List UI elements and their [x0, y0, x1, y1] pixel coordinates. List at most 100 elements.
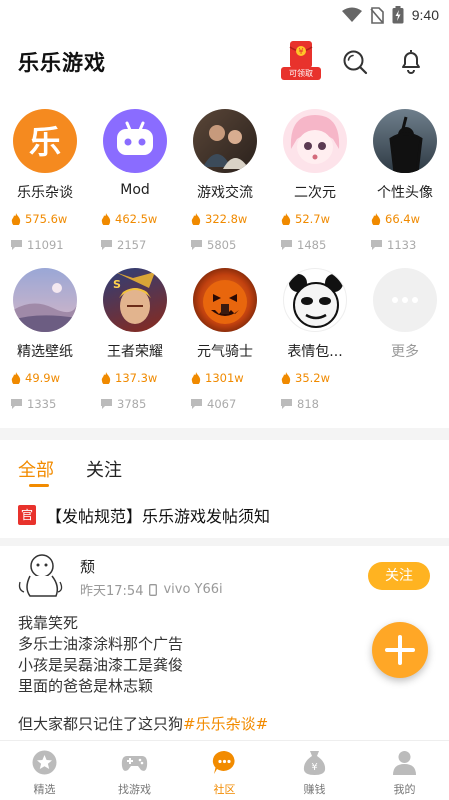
category-name: Mod: [120, 182, 150, 198]
nav-label: 赚钱: [303, 783, 326, 796]
category-hot: 575.6w: [11, 212, 67, 226]
gamepad-icon: [121, 756, 148, 771]
svg-text:S: S: [113, 278, 121, 291]
nav-item-featured[interactable]: 精选: [0, 741, 89, 800]
comment-icon: [371, 240, 382, 250]
category-posts: 1485: [281, 238, 326, 252]
page-title: 乐乐游戏: [18, 51, 106, 75]
category-icon-soul-knight: [193, 268, 257, 332]
category-name: 表情包...: [287, 344, 343, 360]
fire-icon: [371, 213, 381, 225]
post-text-line: 小孩是吴磊油漆工是龚俊: [18, 656, 184, 674]
section-divider: [0, 428, 449, 440]
money-bag-icon: ¥: [303, 751, 326, 775]
phone-icon: [149, 583, 158, 596]
notice-text: 【发帖规范】乐乐游戏发帖须知: [46, 507, 271, 526]
comment-icon: [11, 399, 22, 409]
fire-icon: [11, 213, 21, 225]
battery-icon: [392, 6, 404, 24]
post-meta: 昨天17:54 vivo Y66i: [80, 580, 223, 599]
category-name: 乐乐杂谈: [17, 185, 73, 201]
category-name: 个性头像: [377, 185, 433, 201]
category-icon-avatar: [373, 109, 437, 173]
category-posts: 5805: [191, 238, 236, 252]
lele-logo-text: 乐: [29, 123, 61, 161]
category-posts: 11091: [11, 238, 64, 252]
category-posts: 1133: [371, 238, 416, 252]
red-envelope-icon: ¥: [289, 41, 313, 68]
comment-icon: [101, 240, 112, 250]
nav-item-earn[interactable]: ¥ 赚钱: [270, 741, 359, 800]
category-icon-emoji: [283, 268, 347, 332]
bell-icon: [402, 50, 420, 74]
post-text-line: 里面的爸爸是林志颖: [18, 677, 154, 695]
fire-icon: [191, 213, 201, 225]
comment-icon: [281, 399, 292, 409]
no-sim-icon: [370, 6, 384, 24]
category-posts: 3785: [101, 397, 146, 411]
svg-text:¥: ¥: [311, 762, 317, 773]
post-topic-tag[interactable]: #乐乐杂谈#: [183, 715, 268, 733]
fire-icon: [281, 213, 291, 225]
category-name: 二次元: [294, 185, 336, 201]
category-name: 游戏交流: [197, 185, 253, 201]
comment-icon: [281, 240, 292, 250]
avatar[interactable]: [16, 552, 66, 600]
tab-active-indicator: [29, 484, 49, 487]
search-button[interactable]: [342, 49, 368, 75]
category-hot: 322.8w: [191, 212, 247, 226]
category-icon-wallpaper: [13, 268, 77, 332]
status-time: 9:40: [411, 7, 439, 23]
tab-follow[interactable]: 关注: [86, 456, 122, 482]
fire-icon: [101, 372, 111, 384]
comment-icon: [101, 399, 112, 409]
category-name: 精选壁纸: [17, 344, 73, 360]
category-icon-mod: [103, 109, 167, 173]
category-hot: 137.3w: [101, 371, 157, 385]
gift-button[interactable]: ¥ 可领取: [281, 40, 321, 82]
fire-icon: [191, 372, 201, 384]
category-posts: 4067: [191, 397, 236, 411]
post-device: vivo Y66i: [163, 582, 223, 597]
svg-text:¥: ¥: [298, 47, 303, 56]
official-notice[interactable]: 官 【发帖规范】乐乐游戏发帖须知: [18, 503, 270, 527]
post-text-line: 我靠笑死: [18, 614, 79, 632]
tab-all[interactable]: 全部: [18, 456, 54, 482]
chat-bubble-icon: [212, 750, 235, 774]
section-divider: [0, 538, 449, 546]
bottom-nav: 精选 找游戏 社区 ¥ 赚钱 我的: [0, 740, 449, 800]
wifi-icon: [341, 7, 362, 22]
more-icon: [373, 268, 437, 332]
star-icon: [32, 750, 57, 775]
new-post-button[interactable]: [372, 622, 428, 678]
official-badge: 官: [18, 505, 36, 525]
comment-icon: [191, 240, 202, 250]
category-hot: 35.2w: [281, 371, 330, 385]
plus-icon: [385, 635, 415, 665]
notifications-button[interactable]: [398, 48, 424, 74]
post-text-line: 多乐士油漆涂料那个广告: [18, 635, 184, 653]
category-icon-lele: 乐: [13, 109, 77, 173]
category-name: 更多: [391, 344, 419, 360]
comment-icon: [191, 399, 202, 409]
comment-icon: [11, 240, 22, 250]
fire-icon: [281, 372, 291, 384]
category-hot: 52.7w: [281, 212, 330, 226]
nav-label: 我的: [393, 783, 416, 796]
category-hot: 66.4w: [371, 212, 420, 226]
post-author[interactable]: 颓: [80, 556, 95, 577]
fire-icon: [11, 372, 21, 384]
category-name: 元气骑士: [197, 344, 253, 360]
nav-item-find-games[interactable]: 找游戏: [90, 741, 179, 800]
nav-item-community[interactable]: 社区: [180, 741, 269, 800]
post-text-prefix: 但大家都只记住了这只狗: [18, 715, 184, 733]
follow-button[interactable]: 关注: [368, 562, 430, 590]
nav-label: 找游戏: [118, 783, 151, 796]
search-icon: [343, 50, 368, 75]
gift-badge: 可领取: [281, 67, 321, 80]
category-hot: 49.9w: [11, 371, 60, 385]
post-text-line: 但大家都只记住了这只狗#乐乐杂谈#: [18, 713, 268, 734]
nav-item-mine[interactable]: 我的: [360, 741, 449, 800]
nav-label: 社区: [213, 783, 236, 796]
nav-label: 精选: [33, 783, 56, 796]
